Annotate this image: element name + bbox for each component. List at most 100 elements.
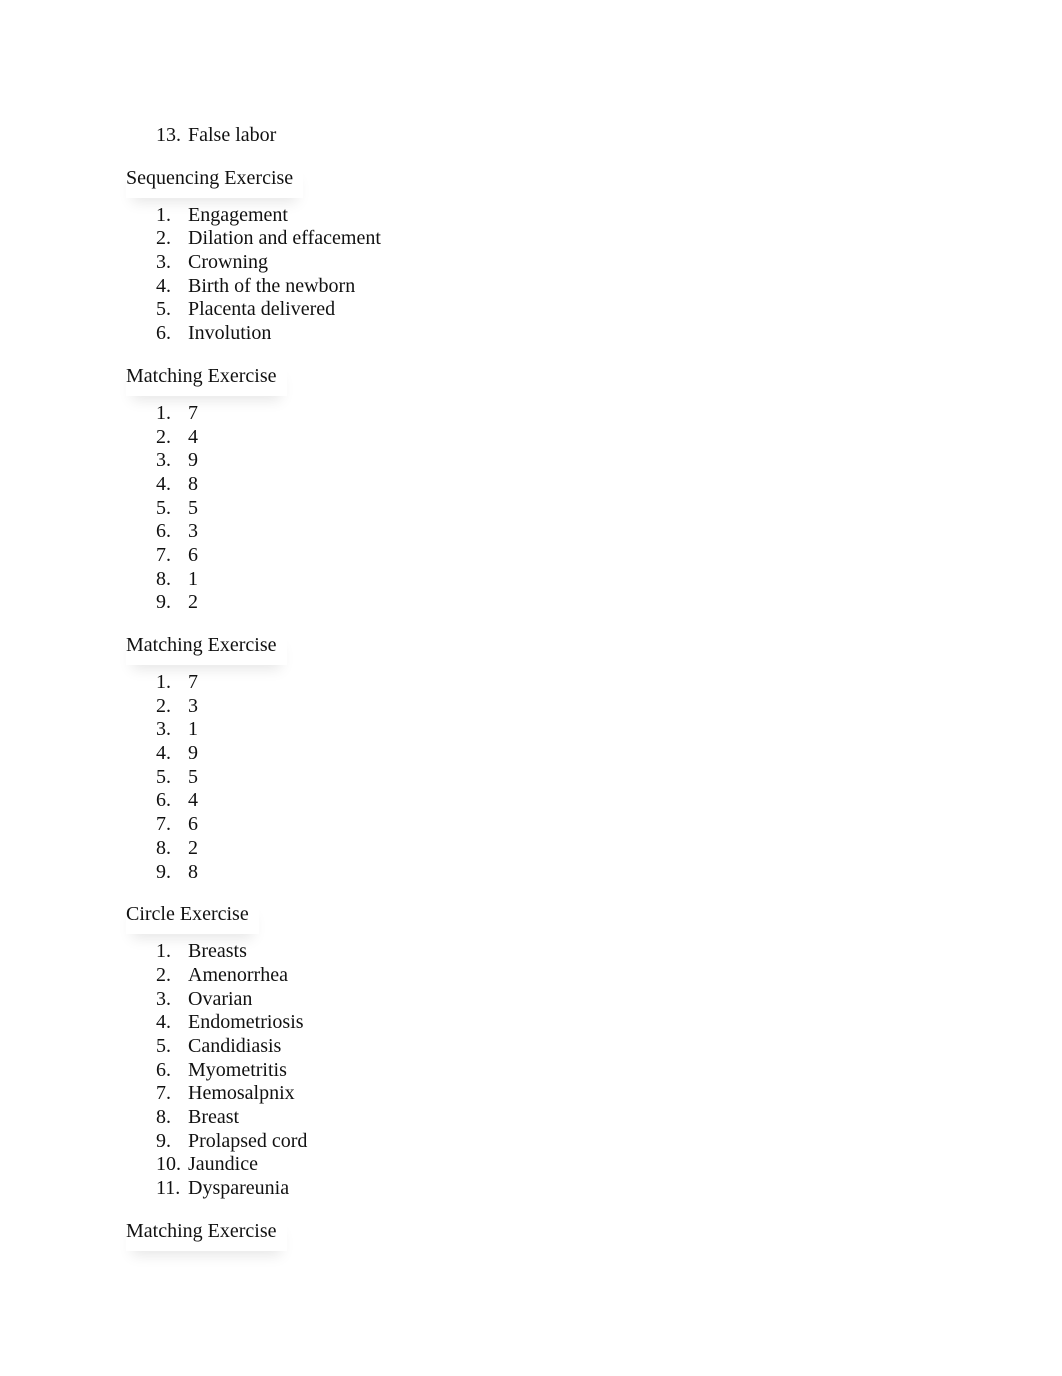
answer-list: 1. Engagement 2. Dilation and effacement 3. C…: [126, 204, 926, 346]
item-text: Placenta delivered: [188, 298, 336, 321]
section-heading: Matching Exercise: [126, 1217, 287, 1251]
item-text: Dyspareunia: [188, 1177, 290, 1200]
item-number: 2.: [156, 963, 171, 986]
item-number: 9.: [156, 1129, 171, 1152]
item-number: 3.: [156, 449, 171, 472]
exercise-section: Circle Exercise 1. Breasts 2. Amenorrhea 3. O…: [126, 900, 926, 1201]
item-text: Involution: [188, 322, 272, 345]
item-text: Myometritis: [188, 1058, 287, 1081]
item-text: Endometriosis: [188, 1011, 304, 1034]
item-text: 1: [188, 567, 198, 590]
item-number: 2.: [156, 227, 171, 250]
document-content: 13. False labor Sequencing Exercise 1. En…: [126, 124, 926, 1257]
item-number: 13.: [156, 124, 181, 146]
sections-container: Sequencing Exercise 1. Engagement 2. Dilati…: [126, 164, 926, 1242]
item-text: Breasts: [188, 940, 247, 963]
item-text: 8: [188, 472, 198, 495]
list-item: 4. 8: [126, 473, 926, 497]
item-number: 1.: [156, 940, 171, 963]
item-text: 7: [188, 401, 198, 424]
item-text: 8: [188, 860, 198, 883]
item-text: 5: [188, 765, 198, 788]
list-item: 5. Candidiasis: [126, 1035, 926, 1059]
answer-list: 1. 7 2. 3 3. 1 4. 9 5. 5 6. 4 7. 6 8. 2 9. 8: [126, 671, 926, 884]
list-item: 10. Jaundice: [126, 1153, 926, 1177]
item-text: 6: [188, 543, 198, 566]
list-item: 2. Amenorrhea: [126, 964, 926, 988]
item-number: 11.: [156, 1177, 181, 1200]
list-item: 3. 9: [126, 449, 926, 473]
list-item: 8. 2: [126, 837, 926, 861]
item-text: 4: [188, 789, 198, 812]
exercise-section: Matching Exercise 1. 7 2. 3 3. 1 4. 9 5. 5 6. 4 7. 6 8…: [126, 631, 926, 884]
item-number: 6.: [156, 789, 171, 812]
item-text: 4: [188, 425, 198, 448]
item-text: 2: [188, 836, 198, 859]
item-text: Dilation and effacement: [188, 227, 381, 250]
item-number: 1.: [156, 203, 171, 226]
item-text: 9: [188, 449, 198, 472]
item-number: 6.: [156, 1058, 171, 1081]
list-item: 4. Endometriosis: [126, 1011, 926, 1035]
item-number: 1.: [156, 671, 171, 693]
list-item: 1. Breasts: [126, 940, 926, 964]
item-number: 1.: [156, 401, 171, 424]
item-number: 7.: [156, 543, 171, 566]
list-item: 11. Dyspareunia: [126, 1177, 926, 1201]
list-item: 6. 3: [126, 520, 926, 544]
item-text: 7: [188, 671, 198, 693]
list-item: 9. 2: [126, 591, 926, 615]
exercise-section: Sequencing Exercise 1. Engagement 2. Dilati…: [126, 164, 926, 346]
item-number: 7.: [156, 813, 171, 836]
item-text: Jaundice: [188, 1153, 258, 1176]
list-item: 9. 8: [126, 861, 926, 885]
list-item: 3. Crowning: [126, 251, 926, 275]
continued-list: 13. False labor: [126, 124, 926, 148]
exercise-section: Matching Exercise 1. 7 2. 4 3. 9 4. 8 5. 5 6. 3 7. 6 8…: [126, 362, 926, 615]
document-page: 13. False labor Sequencing Exercise 1. En…: [0, 0, 1062, 1376]
item-number: 2.: [156, 694, 171, 717]
item-number: 3.: [156, 251, 171, 274]
item-text: 2: [188, 591, 198, 614]
item-number: 10.: [156, 1153, 181, 1176]
item-number: 4.: [156, 274, 171, 297]
list-item: 4. 9: [126, 742, 926, 766]
item-text: Birth of the newborn: [188, 274, 356, 297]
list-item: 5. Placenta delivered: [126, 298, 926, 322]
item-number: 8.: [156, 567, 171, 590]
list-item: 3. 1: [126, 718, 926, 742]
item-text: Engagement: [188, 203, 288, 226]
list-item: 5. 5: [126, 497, 926, 521]
list-item: 4. Birth of the newborn: [126, 275, 926, 299]
item-number: 3.: [156, 718, 171, 741]
answer-list: 1. Breasts 2. Amenorrhea 3. Ovarian 4. Endometr…: [126, 940, 926, 1201]
list-item: 7. 6: [126, 813, 926, 837]
item-number: 8.: [156, 836, 171, 859]
item-number: 6.: [156, 520, 171, 543]
answer-list: 1. 7 2. 4 3. 9 4. 8 5. 5 6. 3 7. 6 8. 1 9. 2: [126, 402, 926, 615]
list-item: 13. False labor: [126, 124, 926, 148]
item-number: 4.: [156, 1011, 171, 1034]
list-item: 2. 3: [126, 695, 926, 719]
section-heading: Matching Exercise: [126, 631, 287, 665]
item-text: Crowning: [188, 251, 268, 274]
item-text: Amenorrhea: [188, 963, 288, 986]
item-number: 9.: [156, 860, 171, 883]
list-item: 7. 6: [126, 544, 926, 568]
item-number: 5.: [156, 298, 171, 321]
exercise-section: Matching Exercise: [126, 1217, 926, 1242]
item-text: 9: [188, 742, 198, 765]
list-item: 1. 7: [126, 402, 926, 426]
list-item: 1. 7: [126, 671, 926, 695]
item-number: 9.: [156, 591, 171, 614]
list-item: 6. Myometritis: [126, 1059, 926, 1083]
item-number: 4.: [156, 472, 171, 495]
item-number: 7.: [156, 1082, 171, 1105]
list-item: 8. 1: [126, 568, 926, 592]
item-number: 3.: [156, 987, 171, 1010]
section-heading: Sequencing Exercise: [126, 164, 303, 198]
item-text: 6: [188, 813, 198, 836]
section-heading: Circle Exercise: [126, 900, 259, 934]
item-number: 5.: [156, 765, 171, 788]
list-item: 7. Hemosalpnix: [126, 1082, 926, 1106]
